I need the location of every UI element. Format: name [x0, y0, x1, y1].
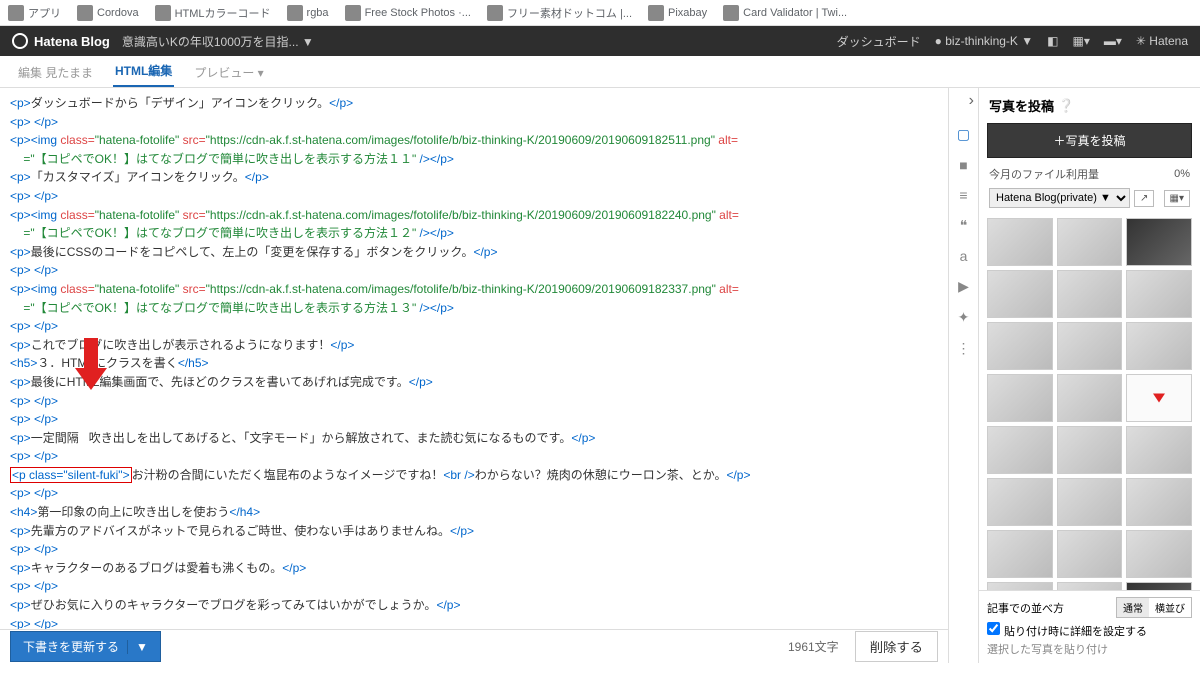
thumbnail[interactable] — [987, 426, 1053, 474]
hatena-logo[interactable]: Hatena Blog — [12, 33, 110, 49]
view-mode-icon[interactable]: ▦▾ — [1164, 190, 1190, 207]
editor-tab[interactable]: HTML編集 — [113, 56, 174, 87]
thumbnail[interactable] — [987, 478, 1053, 526]
thumbnail[interactable] — [987, 322, 1053, 370]
thumbnail[interactable] — [987, 582, 1053, 590]
amazon-icon[interactable]: a — [960, 248, 968, 264]
thumbnail[interactable] — [1057, 426, 1123, 474]
collapse-rail-icon[interactable]: › — [969, 92, 974, 110]
thumbnail[interactable] — [1057, 270, 1123, 318]
bookmark-item[interactable]: アプリ — [8, 5, 61, 21]
tool-rail: › ▢ ■ ≡ ❝ a ▶ ✦ ⋮ — [948, 88, 978, 663]
bookmark-icon[interactable]: ◧ — [1047, 34, 1058, 48]
thumbnail[interactable] — [1057, 582, 1123, 590]
char-count: 1961文字 — [788, 638, 839, 655]
thumbnail[interactable] — [1057, 530, 1123, 578]
user-menu[interactable]: ● biz-thinking-K ▼ — [935, 34, 1034, 48]
thumbnail[interactable] — [987, 374, 1053, 422]
thumbnail[interactable] — [1126, 374, 1192, 422]
thumbnail-grid — [979, 214, 1200, 590]
thumbnail[interactable] — [1126, 530, 1192, 578]
picture-icon[interactable]: ▢ — [957, 126, 970, 143]
upload-button[interactable]: ＋写真を投稿 — [987, 123, 1192, 158]
thumbnail[interactable] — [1057, 218, 1123, 266]
thumbnail[interactable] — [1126, 322, 1192, 370]
thumbnail[interactable] — [987, 270, 1053, 318]
thumbnail[interactable] — [1126, 582, 1192, 590]
thumbnail[interactable] — [1126, 478, 1192, 526]
more-icon[interactable]: ⋮ — [957, 340, 971, 357]
html-editor[interactable]: <p>ダッシュボードから「デザイン」アイコンをクリック。</p><p> </p>… — [0, 88, 948, 629]
annotation-arrow — [75, 338, 107, 393]
bookmark-item[interactable]: Cordova — [77, 5, 139, 21]
thumbnail[interactable] — [987, 218, 1053, 266]
thumbnail[interactable] — [1057, 478, 1123, 526]
editor-tab[interactable]: プレビュー ▾ — [192, 58, 265, 87]
thumbnail[interactable] — [987, 530, 1053, 578]
update-draft-button[interactable]: 下書きを更新する▼ — [10, 631, 161, 662]
chat-icon[interactable]: ▬▾ — [1104, 34, 1122, 48]
status-bar: 下書きを更新する▼ 1961文字 削除する — [0, 629, 948, 663]
grid-icon[interactable]: ▦▾ — [1073, 34, 1090, 48]
sidebar-title: 写真を投稿 ❔ — [979, 88, 1200, 123]
folder-icon[interactable]: ■ — [959, 157, 967, 173]
category-icon[interactable]: ≡ — [959, 187, 967, 203]
usage-value: 0% — [1174, 168, 1190, 180]
bookmark-item[interactable]: フリー素材ドットコム |... — [487, 5, 632, 21]
thumbnail[interactable] — [1126, 270, 1192, 318]
usage-label: 今月のファイル利用量 — [989, 166, 1099, 182]
dashboard-link[interactable]: ダッシュボード — [837, 33, 921, 50]
browser-bookmarks-bar: アプリ Cordova HTMLカラーコード rgba Free Stock Photo… — [0, 0, 1200, 26]
thumbnail[interactable] — [1057, 374, 1123, 422]
detail-checkbox[interactable]: 貼り付け時に詳細を設定する — [987, 626, 1147, 638]
photo-sidebar: 写真を投稿 ❔ ＋写真を投稿 今月のファイル利用量 0% Hatena Blog(… — [978, 88, 1200, 663]
editor-tabs: 編集 見たまま HTML編集プレビュー ▾ — [0, 56, 1200, 88]
blog-title-dropdown[interactable]: 意識高いKの年収1000万を目指... ▼ — [122, 33, 314, 50]
arrange-toggle[interactable]: 通常横並び — [1116, 597, 1192, 618]
external-link-icon[interactable]: ↗ — [1134, 190, 1154, 207]
bookmark-item[interactable]: Free Stock Photos ·... — [345, 5, 471, 21]
arrange-label: 記事での並べ方 — [987, 600, 1064, 616]
twitter-icon[interactable]: ✦ — [958, 309, 970, 326]
bookmark-item[interactable]: Pixabay — [648, 5, 707, 21]
app-header: Hatena Blog 意識高いKの年収1000万を目指... ▼ ダッシュボー… — [0, 26, 1200, 56]
editor-tab[interactable]: 編集 見たまま — [16, 58, 95, 87]
bookmark-item[interactable]: rgba — [287, 5, 329, 21]
hatena-link[interactable]: ✳ Hatena — [1136, 34, 1188, 48]
delete-button[interactable]: 削除する — [855, 631, 938, 662]
thumbnail[interactable] — [1126, 218, 1192, 266]
quote-icon[interactable]: ❝ — [960, 217, 968, 234]
thumbnail[interactable] — [1126, 426, 1192, 474]
folder-select[interactable]: Hatena Blog(private) ▼ — [989, 188, 1130, 208]
thumbnail[interactable] — [1057, 322, 1123, 370]
bookmark-item[interactable]: HTMLカラーコード — [155, 5, 271, 21]
paste-selected: 選択した写真を貼り付け — [987, 641, 1192, 657]
youtube-icon[interactable]: ▶ — [958, 278, 969, 295]
bookmark-item[interactable]: Card Validator | Twi... — [723, 5, 847, 21]
